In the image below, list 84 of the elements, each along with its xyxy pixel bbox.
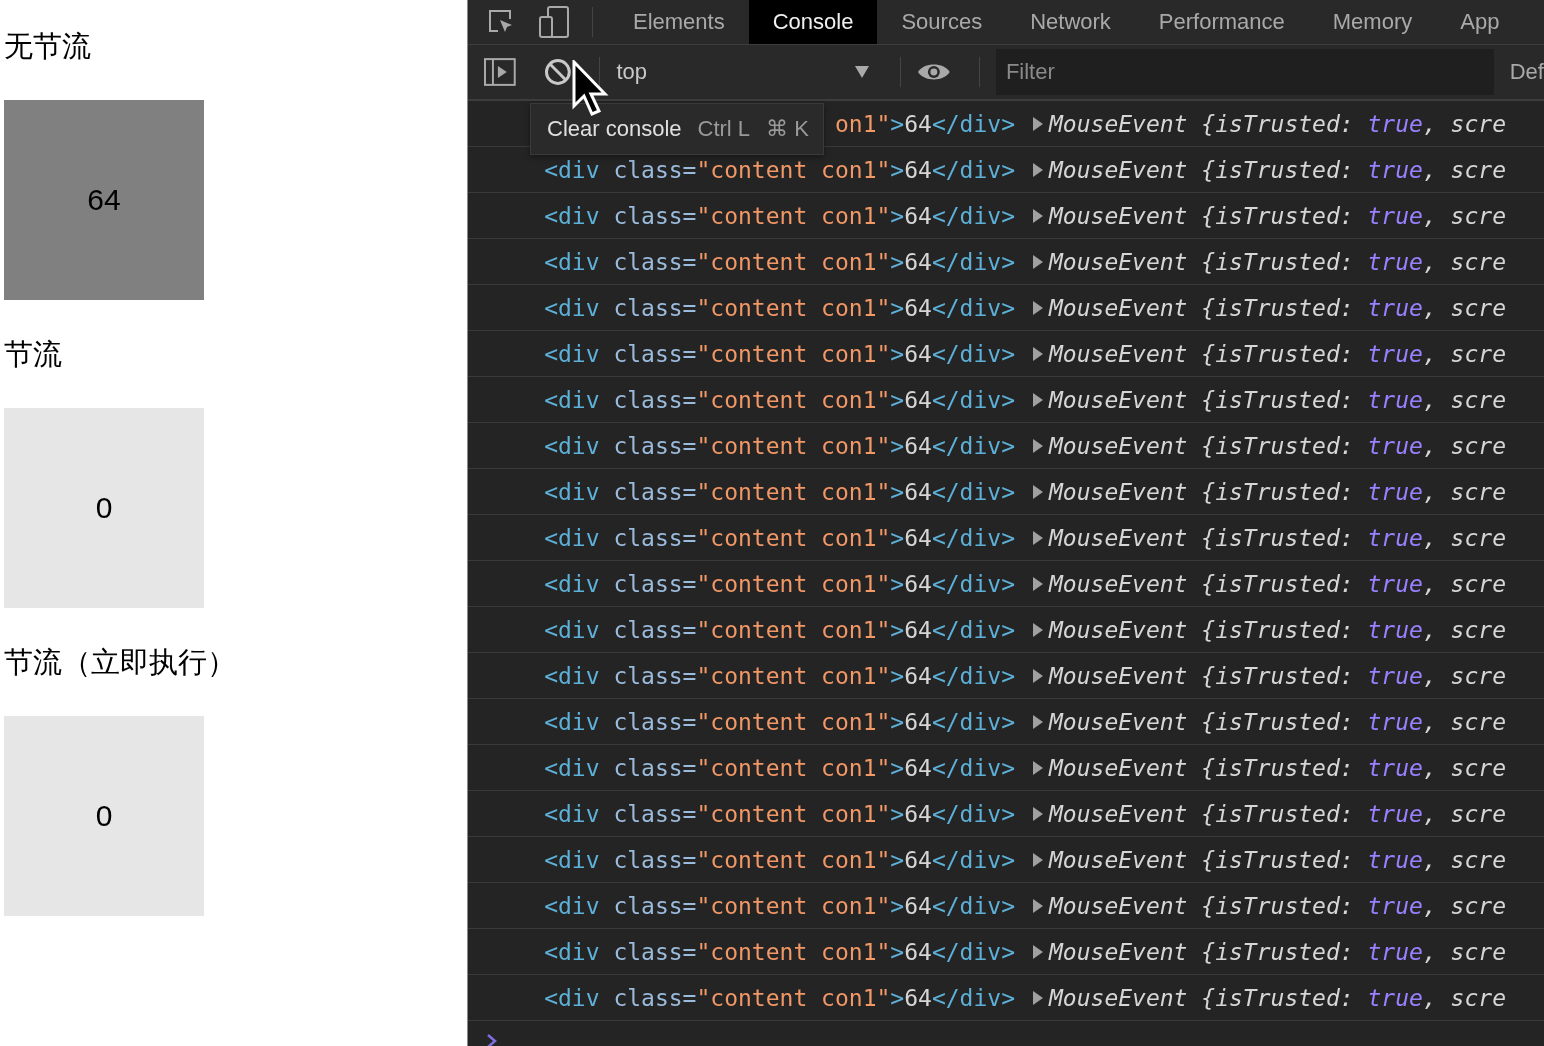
devtools-tab[interactable]: Sources xyxy=(877,0,1007,44)
object-preview[interactable]: MouseEvent {isTrusted: true, scre xyxy=(1049,524,1506,551)
element-markup[interactable]: <div class="content con1">64</div> xyxy=(544,662,1015,689)
element-markup[interactable]: <div class="content con1">64</div> xyxy=(544,800,1015,827)
context-dropdown[interactable]: top xyxy=(616,52,885,92)
devtools-tab[interactable]: Memory xyxy=(1308,0,1437,44)
prompt-icon xyxy=(486,1033,498,1046)
sidebar-toggle-icon[interactable] xyxy=(484,58,516,86)
counter-box[interactable]: 0 xyxy=(4,408,204,608)
element-markup[interactable]: <div class="content con1">64</div> xyxy=(544,938,1015,965)
counter-box[interactable]: 0 xyxy=(4,716,204,916)
expand-triangle-icon[interactable] xyxy=(1033,760,1043,775)
section-heading: 无节流 xyxy=(4,28,91,64)
element-markup[interactable]: <div class="content con1">64</div> xyxy=(544,708,1015,735)
object-preview[interactable]: MouseEvent {isTrusted: true, scre xyxy=(1049,570,1506,597)
levels-dropdown[interactable]: Def xyxy=(1493,59,1544,85)
object-preview[interactable]: MouseEvent {isTrusted: true, scre xyxy=(1049,294,1506,321)
expand-triangle-icon[interactable] xyxy=(1033,300,1043,315)
object-preview[interactable]: MouseEvent {isTrusted: true, scre xyxy=(1049,248,1506,275)
expand-triangle-icon[interactable] xyxy=(1033,116,1043,131)
expand-triangle-icon[interactable] xyxy=(1033,944,1043,959)
object-preview[interactable]: MouseEvent {isTrusted: true, scre xyxy=(1049,984,1506,1011)
tooltip-label: Clear console xyxy=(547,116,682,142)
object-preview[interactable]: MouseEvent {isTrusted: true, scre xyxy=(1049,340,1506,367)
expand-triangle-icon[interactable] xyxy=(1033,254,1043,269)
expand-triangle-icon[interactable] xyxy=(1033,668,1043,683)
expand-triangle-icon[interactable] xyxy=(1033,852,1043,867)
filter-field[interactable]: Filter xyxy=(995,49,1494,95)
object-preview[interactable]: MouseEvent {isTrusted: true, scre xyxy=(1049,846,1506,873)
expand-triangle-icon[interactable] xyxy=(1033,392,1043,407)
object-preview[interactable]: MouseEvent {isTrusted: true, scre xyxy=(1049,892,1506,919)
element-markup[interactable]: <div class="content con1">64</div> xyxy=(544,754,1015,781)
object-preview[interactable]: MouseEvent {isTrusted: true, scre xyxy=(1049,202,1506,229)
expand-triangle-icon[interactable] xyxy=(1033,714,1043,729)
expand-triangle-icon[interactable] xyxy=(1033,346,1043,361)
element-markup[interactable]: <div class="content con1">64</div> xyxy=(544,892,1015,919)
expand-triangle-icon[interactable] xyxy=(1033,162,1043,177)
element-markup[interactable]: <div class="content con1">64</div> xyxy=(544,432,1015,459)
object-preview[interactable]: MouseEvent {isTrusted: true, scre xyxy=(1049,386,1506,413)
object-preview[interactable]: MouseEvent {isTrusted: true, scre xyxy=(1049,616,1506,643)
device-icon[interactable] xyxy=(538,5,570,39)
devtools-tab[interactable]: App xyxy=(1436,0,1524,44)
object-preview[interactable]: MouseEvent {isTrusted: true, scre xyxy=(1049,708,1506,735)
shortcut-label: Ctrl L xyxy=(697,116,751,142)
element-markup[interactable]: <div class="content con1">64</div> xyxy=(544,156,1015,183)
object-preview[interactable]: MouseEvent {isTrusted: true, scre xyxy=(1049,662,1506,689)
expand-triangle-icon[interactable] xyxy=(1033,438,1043,453)
mouse-pointer-icon xyxy=(572,60,610,116)
expand-triangle-icon[interactable] xyxy=(1033,576,1043,591)
expand-triangle-icon[interactable] xyxy=(1033,990,1043,1005)
element-markup[interactable]: <div class="content con1">64</div> xyxy=(544,524,1015,551)
devtools-tab[interactable]: Elements xyxy=(609,0,749,44)
object-preview[interactable]: MouseEvent {isTrusted: true, scre xyxy=(1049,432,1506,459)
object-preview[interactable]: MouseEvent {isTrusted: true, scre xyxy=(1049,800,1506,827)
expand-triangle-icon[interactable] xyxy=(1033,208,1043,223)
object-preview[interactable]: MouseEvent {isTrusted: true, scre xyxy=(1049,156,1506,183)
section-heading: 节流 xyxy=(4,336,62,372)
element-markup[interactable]: <div class="content con1">64</div> xyxy=(544,616,1015,643)
object-preview[interactable]: MouseEvent {isTrusted: true, scre xyxy=(1049,110,1506,137)
section-heading: 节流（立即执行） xyxy=(4,644,236,680)
element-markup[interactable]: <div class="content con1">64</div> xyxy=(544,570,1015,597)
expand-triangle-icon[interactable] xyxy=(1033,806,1043,821)
object-preview[interactable]: MouseEvent {isTrusted: true, scre xyxy=(1049,478,1506,505)
expand-triangle-icon[interactable] xyxy=(1033,622,1043,637)
counter-box[interactable]: 64 xyxy=(4,100,204,300)
element-markup[interactable]: <div class="content con1">64</div> xyxy=(544,984,1015,1011)
element-markup[interactable]: <div class="content con1">64</div> xyxy=(544,248,1015,275)
element-markup[interactable]: <div class="content con1">64</div> xyxy=(544,340,1015,367)
element-markup[interactable]: <div class="content con1">64</div> xyxy=(544,294,1015,321)
element-markup[interactable]: <div class="content con1">64</div> xyxy=(544,386,1015,413)
expand-triangle-icon[interactable] xyxy=(1033,898,1043,913)
devtools-tab[interactable]: Console xyxy=(748,0,878,44)
dropdown-caret-icon xyxy=(854,65,871,79)
object-preview[interactable]: MouseEvent {isTrusted: true, scre xyxy=(1049,754,1506,781)
element-markup[interactable]: <div class="content con1">64</div> xyxy=(544,478,1015,505)
devtools-tab[interactable]: Performance xyxy=(1134,0,1309,44)
shortcut-label: ⌘ K xyxy=(766,116,809,142)
element-markup[interactable]: <div class="content con1">64</div> xyxy=(544,846,1015,873)
clear-icon[interactable] xyxy=(543,58,572,86)
object-preview[interactable]: MouseEvent {isTrusted: true, scre xyxy=(1049,938,1506,965)
devtools-tab[interactable]: Network xyxy=(1006,0,1135,44)
expand-triangle-icon[interactable] xyxy=(1033,530,1043,545)
expand-triangle-icon[interactable] xyxy=(1033,484,1043,499)
element-markup[interactable]: <div class="content con1">64</div> xyxy=(544,202,1015,229)
